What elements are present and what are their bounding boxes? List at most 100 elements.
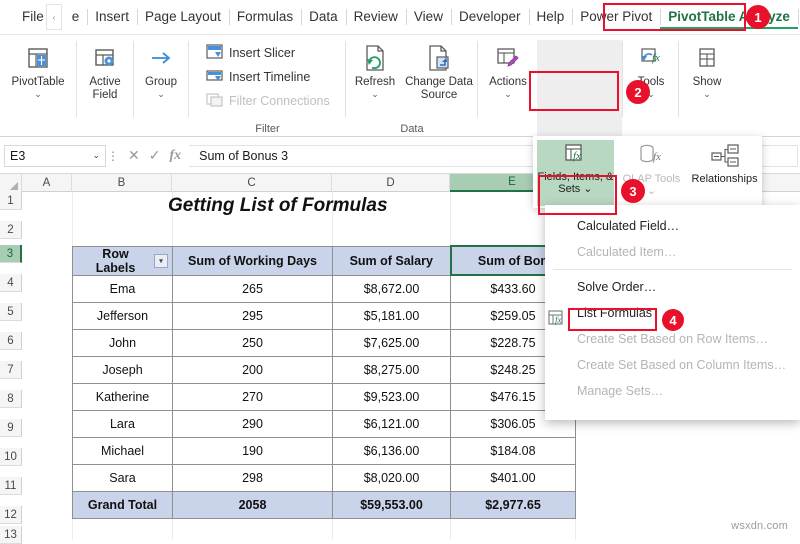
tab-data[interactable]: Data (301, 5, 346, 29)
pivottable-button[interactable]: PivotTable ⌄ (0, 35, 76, 99)
menu-item-manage-sets[interactable]: Manage Sets… (545, 378, 800, 404)
row-header-4[interactable]: 4 (0, 274, 22, 292)
column-header-A[interactable]: A (22, 174, 72, 192)
arrow-right-icon (148, 43, 174, 73)
row-header-5[interactable]: 5 (0, 303, 22, 321)
row-header-9[interactable]: 9 (0, 419, 22, 437)
tab-insert[interactable]: Insert (87, 5, 137, 29)
tab-scroll-left-icon[interactable]: ‹ (46, 4, 62, 30)
table-row: Joseph 200 $8,275.00 $248.25 (72, 355, 576, 384)
confirm-icon[interactable]: ✓ (149, 147, 161, 164)
pivot-header-working-days: Sum of Working Days (172, 245, 333, 276)
annotation-badge-4: 4 (662, 309, 684, 331)
active-field-button[interactable]: Active Field (77, 35, 133, 102)
row-header-6[interactable]: 6 (0, 332, 22, 350)
show-icon (696, 43, 718, 73)
cancel-icon[interactable]: ✕ (128, 147, 140, 164)
pivot-cell-days: 270 (172, 382, 333, 411)
pivottable-icon (26, 43, 50, 73)
row-header-12[interactable]: 12 (0, 506, 22, 524)
pivot-cell-days: 200 (172, 355, 333, 384)
change-data-source-button[interactable]: Change Data Source (402, 35, 476, 102)
actions-label: Actions (489, 76, 527, 88)
pivot-cell-name: Ema (72, 274, 173, 303)
tools-icon: fx (639, 43, 663, 73)
active-field-label: Active Field (89, 76, 121, 101)
refresh-label: Refresh (354, 76, 396, 88)
tab-power-pivot[interactable]: Power Pivot (572, 5, 660, 29)
menu-item-create-set-column-items[interactable]: Create Set Based on Column Items… (545, 352, 800, 378)
svg-text:fx: fx (653, 151, 661, 163)
ribbon-group-actions: Actions ⌄ (479, 35, 537, 137)
tab-view[interactable]: View (405, 5, 451, 29)
row-header-7[interactable]: 7 (0, 361, 22, 379)
pivottable-label: PivotTable (11, 76, 65, 88)
change-data-source-label: Change Data Source (405, 76, 473, 101)
chevron-down-icon[interactable]: ⌄ (34, 90, 42, 99)
calculations-dropdown-panel: fx Fields, Items, & Sets ⌄ fx OLAP Tools… (533, 136, 762, 208)
annotation-badge-3: 3 (621, 179, 645, 203)
column-header-C[interactable]: C (172, 174, 332, 192)
row-header-13[interactable]: 13 (0, 526, 22, 544)
menu-item-calculated-field[interactable]: Calculated Field… (545, 213, 800, 239)
annotation-badge-1: 1 (746, 5, 770, 29)
formula-bar-grip[interactable]: ⋮ (106, 149, 120, 163)
tab-review[interactable]: Review (345, 5, 406, 29)
chevron-down-icon[interactable]: ⌄ (92, 150, 100, 161)
actions-icon (496, 43, 520, 73)
row-header-11[interactable]: 11 (0, 477, 22, 495)
menu-item-calculated-item[interactable]: Calculated Item… (545, 239, 800, 265)
show-button[interactable]: Show ⌄ (680, 35, 734, 99)
insert-function-icon[interactable]: fx (169, 148, 181, 164)
filter-connections-label: Filter Connections (229, 94, 330, 108)
chevron-down-icon[interactable]: ⌄ (504, 90, 512, 99)
menu-item-solve-order[interactable]: Solve Order… (545, 274, 800, 300)
ribbon-group-filter: Insert Slicer Insert Timeline Filter Con… (190, 35, 345, 137)
insert-slicer-button[interactable]: Insert Slicer (204, 41, 330, 65)
tab-page-layout[interactable]: Page Layout (137, 5, 229, 29)
group-button[interactable]: Group ⌄ (134, 35, 188, 99)
pivot-cell-days: 250 (172, 328, 333, 357)
filter-connections-button[interactable]: Filter Connections (204, 89, 330, 113)
name-box[interactable]: E3 ⌄ (4, 144, 106, 167)
pivot-cell-salary: $6,136.00 (332, 436, 451, 465)
pivot-header-row-labels[interactable]: Row Labels ▾ (72, 245, 173, 276)
pivot-cell-name: Katherine (72, 382, 173, 411)
fields-items-sets-icon: fx (563, 144, 587, 171)
row-header-3[interactable]: 3 (0, 245, 22, 263)
insert-timeline-button[interactable]: Insert Timeline (204, 65, 330, 89)
column-header-B[interactable]: B (72, 174, 172, 192)
relationships-button[interactable]: Relationships (687, 140, 762, 206)
actions-button[interactable]: Actions ⌄ (479, 35, 537, 99)
pivot-cell-name: Michael (72, 436, 173, 465)
show-label: Show (692, 76, 722, 88)
watermark: wsxdn.com (731, 520, 788, 532)
tab-pivottable-analyze[interactable]: PivotTable Analyze (660, 5, 798, 29)
chevron-down-icon[interactable]: ⌄ (371, 90, 379, 99)
column-header-D[interactable]: D (332, 174, 450, 192)
fields-items-sets-button[interactable]: fx Fields, Items, & Sets ⌄ (537, 140, 614, 206)
insert-timeline-label: Insert Timeline (229, 70, 311, 84)
tab-developer[interactable]: Developer (450, 5, 529, 29)
pivot-total-days: 2058 (172, 490, 333, 519)
tab-home[interactable]: e (57, 5, 88, 29)
chevron-down-icon[interactable]: ⌄ (703, 90, 711, 99)
tab-formulas[interactable]: Formulas (228, 5, 301, 29)
filter-dropdown-icon[interactable]: ▾ (154, 253, 168, 268)
pivot-table: Row Labels ▾ Sum of Working Days Sum of … (72, 245, 577, 519)
svg-text:fx: fx (555, 315, 562, 325)
svg-text:fx: fx (652, 52, 660, 64)
chevron-down-icon[interactable]: ⌄ (157, 90, 165, 99)
row-header-2[interactable]: 2 (0, 221, 22, 239)
pivot-total-salary: $59,553.00 (332, 490, 451, 519)
pivot-header-salary: Sum of Salary (332, 245, 451, 276)
tab-help[interactable]: Help (528, 5, 573, 29)
row-header-8[interactable]: 8 (0, 390, 22, 408)
data-group-label: Data (400, 123, 424, 135)
row-header-10[interactable]: 10 (0, 448, 22, 466)
refresh-button[interactable]: Refresh ⌄ (348, 35, 402, 102)
formula-value: Sum of Bonus 3 (199, 148, 289, 163)
select-all-corner[interactable] (0, 174, 22, 192)
group-divider (345, 41, 346, 117)
row-header-1[interactable]: 1 (0, 192, 22, 210)
